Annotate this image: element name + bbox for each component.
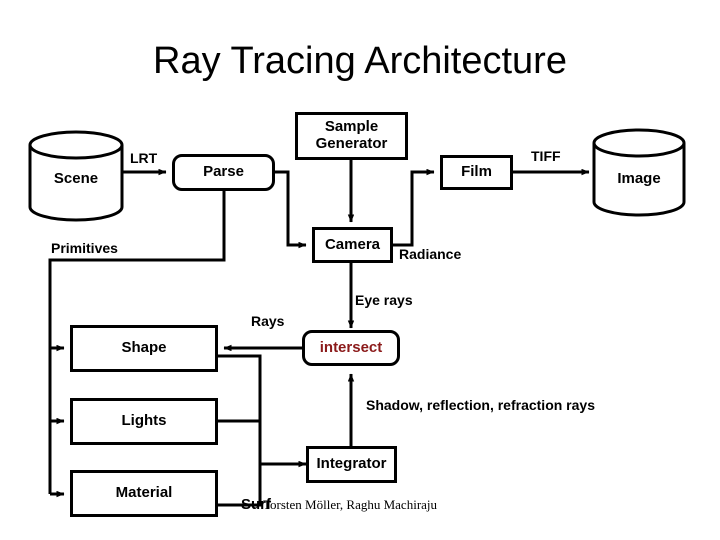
author-credit: Torsten Möller, Raghu Machiraju xyxy=(263,497,438,512)
node-sample-generator-label-line1: Sample xyxy=(324,118,379,136)
edge-camera-to-film xyxy=(393,168,435,247)
edge-label-radiance: Radiance xyxy=(399,246,462,262)
edge-label-rays: Rays xyxy=(251,313,285,329)
edge-label-primitives: Primitives xyxy=(51,240,118,256)
node-parse[interactable]: Parse xyxy=(172,154,275,191)
edge-label-eye-rays: Eye rays xyxy=(355,292,413,308)
page-title: Ray Tracing Architecture xyxy=(153,40,567,82)
node-material-label: Material xyxy=(115,484,173,502)
scene-datastore-label: Scene xyxy=(53,170,99,187)
node-parse-label: Parse xyxy=(203,163,244,181)
node-shape-label: Shape xyxy=(121,339,167,357)
node-sample-generator-label-line2: Generator xyxy=(315,135,388,152)
node-integrator-label: Integrator xyxy=(316,455,387,473)
node-camera-label: Camera xyxy=(324,235,381,253)
node-lights-label: Lights xyxy=(121,412,167,430)
node-camera[interactable]: Camera xyxy=(312,227,393,263)
node-integrator[interactable]: Integrator xyxy=(306,446,397,483)
node-lights[interactable]: Lights xyxy=(70,398,218,445)
node-intersect-label: intersect xyxy=(319,338,383,356)
edge-label-shadow-reflection-refraction-rays: Shadow, reflection, refraction rays xyxy=(366,397,595,413)
image-datastore-label: Image xyxy=(617,170,661,187)
node-intersect[interactable]: intersect xyxy=(302,330,400,366)
edge-surf-bus xyxy=(218,354,262,507)
edge-parse-to-camera xyxy=(275,170,307,249)
edge-label-lrt: LRT xyxy=(130,150,158,166)
node-sample-generator[interactable]: Sample Generator xyxy=(295,112,408,160)
edge-label-tiff: TIFF xyxy=(531,148,561,164)
node-film-label: Film xyxy=(461,163,492,181)
node-material[interactable]: Material xyxy=(70,470,218,517)
node-shape[interactable]: Shape xyxy=(70,325,218,372)
node-film[interactable]: Film xyxy=(440,155,513,190)
